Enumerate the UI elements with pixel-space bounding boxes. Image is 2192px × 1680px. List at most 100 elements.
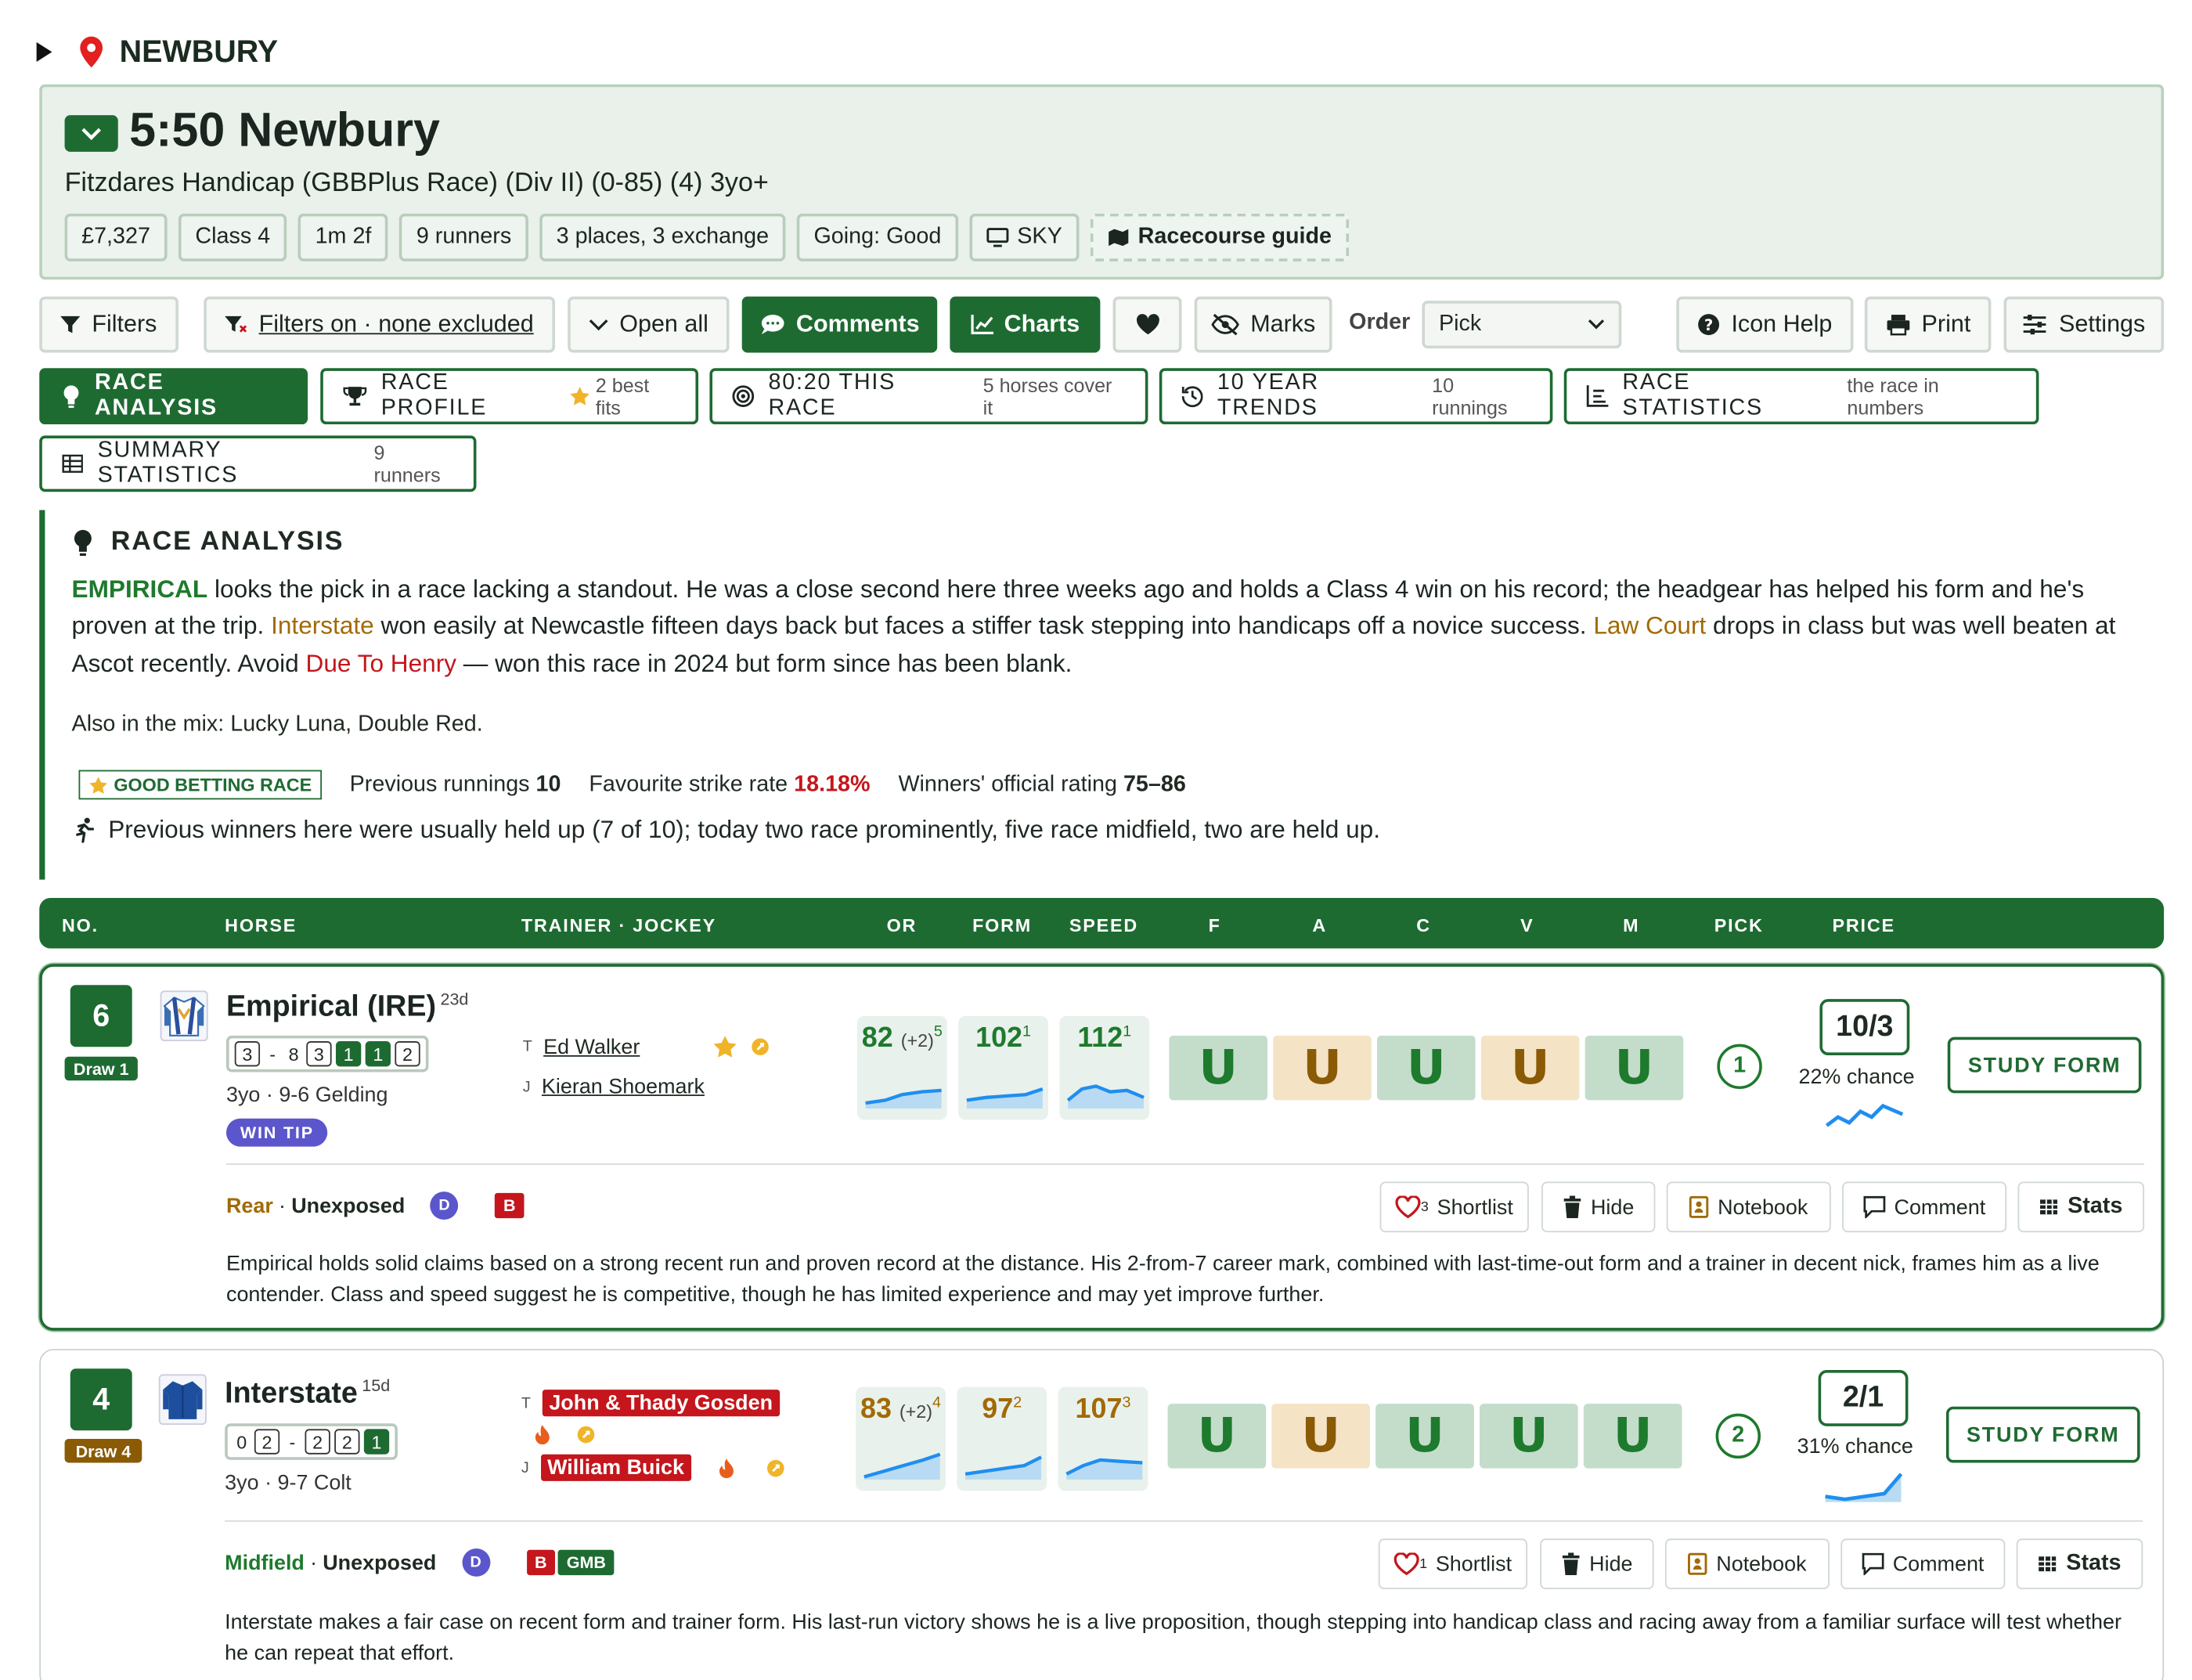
trophy-icon [343, 387, 367, 406]
tab-label: RACE ANALYSIS [94, 370, 218, 420]
filters-button[interactable]: Filters [39, 296, 178, 353]
form-digit: - [289, 1431, 296, 1453]
hide-button[interactable]: Hide [1541, 1181, 1656, 1233]
runner-row[interactable]: 6 Draw 1 Empirical (IRE) 23d 3 - 8 3 1 1 … [39, 964, 2165, 1331]
comment-button[interactable]: Comment [1840, 1538, 2006, 1590]
tab-race-profile[interactable]: RACE PROFILE 2 best fits [320, 368, 699, 425]
or-sparkline [865, 1088, 942, 1109]
notebook-button[interactable]: Notebook [1664, 1538, 1830, 1590]
price-sparkline [1825, 1103, 1904, 1127]
col-c: C [1416, 914, 1431, 936]
price-odds[interactable]: 2/1 [1818, 1370, 1909, 1426]
settings-button[interactable]: Settings [2003, 296, 2165, 353]
tab-race-statistics[interactable]: RACE STATISTICS the race in numbers [1563, 368, 2039, 425]
favourite-button[interactable] [1112, 296, 1182, 353]
hide-button[interactable]: Hide [1540, 1538, 1654, 1590]
runner-table-header: NO. HORSE TRAINER · JOCKEY OR FORM SPEED… [39, 897, 2165, 949]
form-sparkline [966, 1087, 1044, 1109]
jockey-prefix: J [522, 1078, 531, 1096]
notebook-icon [1688, 1552, 1708, 1575]
horse-name[interactable]: Interstate 15d [225, 1375, 390, 1411]
expand-triangle-icon[interactable] [36, 41, 52, 62]
trainer[interactable]: T Ed Walker [523, 1034, 772, 1059]
print-button[interactable]: Print [1864, 296, 1992, 353]
question-circle-icon: ? [1698, 314, 1720, 336]
stats-label: Stats [2066, 1551, 2122, 1576]
tab-summary-statistics[interactable]: SUMMARY STATISTICS 9 runners [39, 435, 477, 492]
toolbar: Filters Filters on · none excluded Open … [39, 296, 2165, 353]
marks-button[interactable]: Marks [1194, 296, 1332, 353]
or-change: (+2) [900, 1029, 934, 1051]
comment-button[interactable]: Comment [1842, 1181, 2007, 1233]
stats-label: Stats [2068, 1194, 2123, 1219]
shortlist-button[interactable]: 3 Shortlist [1379, 1181, 1529, 1233]
comment-label: Comment [1894, 1195, 1986, 1220]
win-tip-badge: WIN TIP [225, 1118, 328, 1147]
horse-highlight[interactable]: Law Court [1593, 611, 1706, 640]
horse-name[interactable]: Empirical (IRE) 23d [226, 990, 468, 1025]
form-value: 97 [982, 1393, 1014, 1426]
study-form-button[interactable]: STUDY FORM [1945, 1406, 2140, 1463]
speed-sparkline [1066, 1084, 1145, 1109]
tab-race-analysis[interactable]: RACE ANALYSIS [39, 368, 308, 425]
jockey[interactable]: J William Buick [521, 1454, 787, 1481]
stats-button[interactable]: Stats [2016, 1538, 2143, 1590]
row-divider [225, 1163, 2145, 1165]
trainer-name[interactable]: John & Thady Gosden [542, 1390, 781, 1417]
prize-chip: £7,327 [64, 213, 168, 261]
jockey[interactable]: J Kieran Shoemark [523, 1075, 705, 1099]
charts-label: Charts [1004, 310, 1080, 337]
form-digit: 2 [254, 1429, 280, 1455]
tab-10-year-trends[interactable]: 10 YEAR TRENDS 10 runnings [1159, 368, 1553, 425]
trash-icon [1563, 1552, 1580, 1576]
race-title: 5:50 Newbury [129, 103, 440, 158]
price-sparkline [1825, 1473, 1903, 1502]
open-all-button[interactable]: Open all [568, 296, 730, 353]
trainer-name[interactable]: Ed Walker [543, 1035, 640, 1059]
shortlist-button[interactable]: 1 Shortlist [1378, 1538, 1528, 1590]
heart-icon [1136, 314, 1159, 335]
jockey-name[interactable]: William Buick [540, 1454, 691, 1481]
shortlist-count: 3 [1420, 1199, 1429, 1215]
collapse-button[interactable] [64, 115, 118, 152]
study-form-button[interactable]: STUDY FORM [1947, 1036, 2142, 1094]
stat-value: 18.18% [794, 772, 871, 796]
comments-button[interactable]: Comments [741, 296, 938, 353]
filters-label: Filters [92, 310, 157, 337]
trainer[interactable]: T John & Thady Gosden [521, 1390, 781, 1417]
eye-slash-icon [1211, 313, 1239, 336]
price-odds[interactable]: 10/3 [1819, 999, 1910, 1055]
col-f: F [1208, 914, 1221, 936]
horseshoe-f-icon: U [1167, 1404, 1267, 1469]
shortlist-count: 1 [1419, 1556, 1428, 1572]
stats-button[interactable]: Stats [2017, 1181, 2145, 1233]
col-no: NO. [61, 914, 99, 936]
order-value: Pick [1438, 312, 1482, 336]
horse-highlight[interactable]: Interstate [271, 611, 374, 640]
racecourse-guide-button[interactable]: Racecourse guide [1090, 213, 1349, 261]
hot-flame-icon [535, 1425, 550, 1445]
horseshoe-f-icon: U [1169, 1035, 1267, 1101]
filters-on-button[interactable]: Filters on · none excluded [204, 296, 555, 353]
venue-header[interactable]: NEWBURY [36, 34, 278, 70]
jockey-name[interactable]: Kieran Shoemark [542, 1075, 705, 1099]
chevron-down-icon [1588, 319, 1605, 330]
icon-help-button[interactable]: ? Icon Help [1676, 296, 1854, 353]
runner-row[interactable]: 4 Draw 4 Interstate 15d 0 2 - 2 2 1 3yo ·… [39, 1349, 2165, 1680]
race-analysis-panel: RACE ANALYSIS EMPIRICAL looks the pick i… [39, 510, 2147, 880]
tab-80-20[interactable]: 80:20 THIS RACE 5 horses cover it [709, 368, 1148, 425]
exposure: Unexposed [323, 1550, 437, 1575]
col-pick: PICK [1714, 914, 1764, 936]
notebook-button[interactable]: Notebook [1666, 1181, 1831, 1233]
speed-sparkline [1065, 1458, 1143, 1480]
col-a: A [1312, 914, 1328, 936]
race-chips: £7,327 Class 4 1m 2f 9 runners 3 places,… [64, 213, 1349, 261]
analysis-paragraph: EMPIRICAL looks the pick in a race lacki… [72, 571, 2165, 682]
analysis-text: won easily at Newcastle fifteen days bac… [373, 611, 1594, 640]
order-select[interactable]: Pick [1422, 301, 1622, 349]
horse-name-text: Empirical (IRE) [225, 990, 437, 1023]
form-rank: 1 [1022, 1023, 1032, 1040]
horse-highlight[interactable]: EMPIRICAL [72, 575, 208, 603]
charts-button[interactable]: Charts [950, 296, 1101, 353]
horse-highlight[interactable]: Due To Henry [306, 649, 457, 677]
